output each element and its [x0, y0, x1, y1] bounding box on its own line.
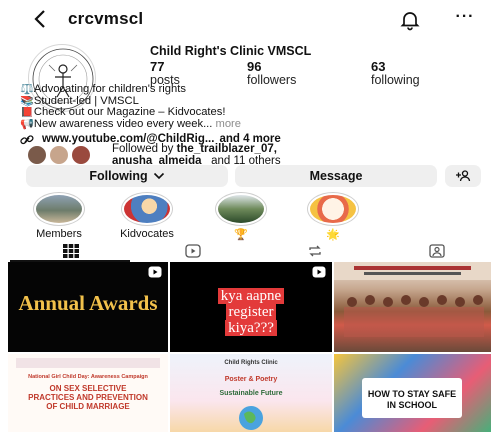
highlight-cover: [121, 192, 173, 226]
follower-avatars: [26, 144, 101, 166]
highlight-star[interactable]: 🌟: [304, 192, 362, 241]
tab-reels[interactable]: [132, 240, 254, 262]
bio-line: 📚Student-led | VMSCL: [20, 95, 139, 107]
reels-icon: [185, 244, 201, 258]
highlight-cover: [33, 192, 85, 226]
bell-icon: [400, 12, 420, 31]
tab-tagged[interactable]: [376, 240, 491, 262]
message-label: Message: [309, 169, 363, 183]
bio-line: 📢New awareness video every week... more: [20, 119, 480, 131]
post-subtitle: Poster & Poetry: [224, 376, 278, 383]
tab-posts[interactable]: [10, 240, 132, 262]
highlight-label: Members: [36, 228, 82, 240]
post-title-line: register: [225, 304, 277, 320]
grid-icon: [63, 244, 79, 258]
add-user-button[interactable]: [445, 165, 481, 187]
posts-grid: Annual Awards kya aapne register kiya???…: [8, 262, 491, 432]
highlight-cover: [215, 192, 267, 226]
display-name: Child Right's Clinic VMSCL: [150, 44, 312, 58]
post-title-line: kya aapne: [217, 288, 285, 304]
follower-avatar: [26, 144, 48, 166]
post-title-line: kiya???: [225, 320, 277, 336]
post-annual-awards[interactable]: Annual Awards: [8, 262, 168, 352]
post-title: Child Rights Clinic: [224, 360, 278, 366]
post-register[interactable]: kya aapne register kiya???: [170, 262, 332, 352]
highlight-kidvocates[interactable]: Kidvocates: [118, 192, 176, 240]
highlight-members[interactable]: Members: [30, 192, 88, 240]
bio-line: 📕Check out our Magazine – Kidvocates!: [20, 107, 226, 118]
posts-value: 77: [150, 59, 165, 74]
reposts-icon: [309, 245, 321, 257]
profile-username: crcvmscl: [68, 9, 144, 28]
post-title: HOW TO STAY SAFE IN SCHOOL: [367, 389, 457, 410]
followed-prefix: Followed by: [112, 143, 174, 155]
post-title: Annual Awards: [18, 291, 158, 315]
back-chevron-icon: [34, 10, 45, 28]
bio-text: 📢New awareness video every week...: [20, 118, 213, 130]
bio-line: ⚖️Advocating for children's rights: [20, 84, 186, 95]
following-label: Following: [89, 169, 148, 183]
chevron-down-icon: [153, 172, 164, 180]
post-safe-school[interactable]: HOW TO STAY SAFE IN SCHOOL: [334, 354, 491, 432]
reel-icon: [148, 266, 162, 278]
highlight-cover: [307, 192, 359, 226]
add-person-icon: [456, 170, 471, 182]
followers-value: 96: [247, 59, 262, 74]
highlight-label: Kidvocates: [120, 228, 174, 240]
profile-tabs: [0, 240, 491, 262]
notifications-button[interactable]: [399, 9, 421, 31]
following-value: 63: [371, 59, 386, 74]
reel-icon: [312, 266, 326, 278]
post-theme: Sustainable Future: [219, 390, 283, 397]
more-options-button[interactable]: ···: [454, 8, 476, 30]
highlight-trophy[interactable]: 🏆: [212, 192, 270, 241]
top-bar: crcvmscl ···: [0, 0, 491, 40]
follower-avatar: [70, 144, 92, 166]
post-poster-contest[interactable]: Child Rights Clinic Poster & Poetry Sust…: [170, 354, 332, 432]
followed-by-text: Followed by the_trailblazer_07, anusha_a…: [112, 143, 281, 167]
post-title: ON SEX SELECTIVE PRACTICES AND PREVENTIO…: [28, 384, 148, 411]
profile-bio: ⚖️Advocating for children's rights 📚Stud…: [20, 84, 480, 147]
followed-by[interactable]: Followed by the_trailblazer_07, anusha_a…: [26, 143, 281, 167]
post-header-bar: [16, 358, 160, 368]
back-button[interactable]: [30, 7, 50, 31]
post-group-photo[interactable]: [334, 262, 491, 352]
follower-avatar: [48, 144, 70, 166]
post-campaign[interactable]: National Girl Child Day: Awareness Campa…: [8, 354, 168, 432]
followed-user: the_trailblazer_07,: [176, 143, 277, 155]
message-button[interactable]: Message: [235, 165, 437, 187]
tab-reposts[interactable]: [254, 240, 376, 262]
bio-more-link[interactable]: more: [216, 119, 242, 130]
tagged-icon: [429, 244, 445, 258]
post-tag: National Girl Child Day: Awareness Campa…: [28, 374, 148, 380]
more-dots-icon: ···: [455, 8, 475, 25]
post-title: kya aapne register kiya???: [170, 288, 332, 336]
following-button[interactable]: Following: [26, 165, 228, 187]
